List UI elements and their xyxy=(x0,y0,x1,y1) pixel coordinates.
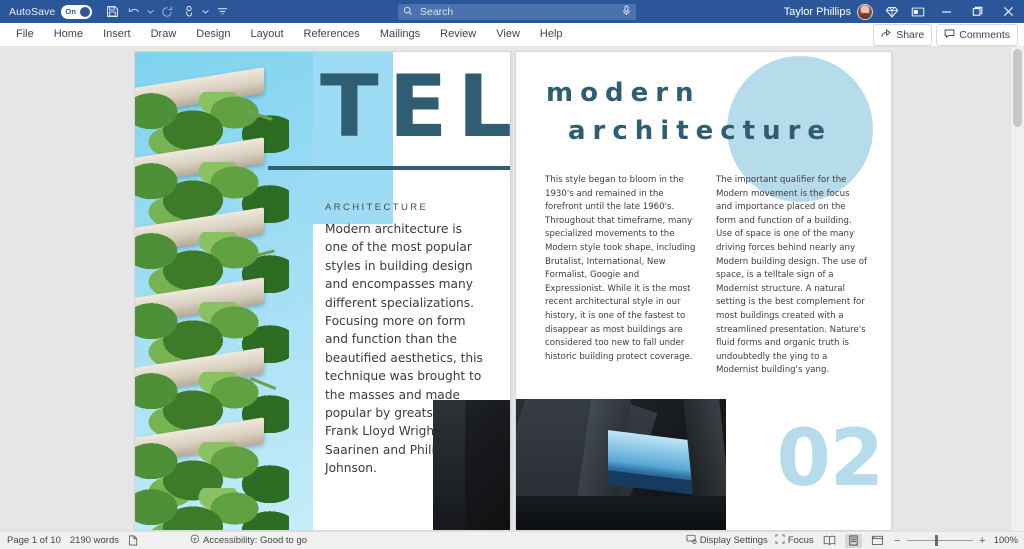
comments-button[interactable]: Comments xyxy=(936,23,1018,46)
tab-draw[interactable]: Draw xyxy=(141,23,187,46)
display-settings-button[interactable]: Display Settings xyxy=(686,534,768,547)
title-underline-rule xyxy=(268,166,510,170)
touch-mode-icon[interactable] xyxy=(178,2,200,22)
tab-help[interactable]: Help xyxy=(530,23,573,46)
page-number-graphic: 02 xyxy=(776,414,884,504)
page-title-tell: TELL xyxy=(320,57,510,157)
page-indicator[interactable]: Page 1 of 10 xyxy=(7,535,61,546)
word-count[interactable]: 2190 words xyxy=(70,535,119,546)
status-bar: Page 1 of 10 2190 words Accessibility: G… xyxy=(0,531,1024,549)
search-icon xyxy=(403,6,413,19)
autosave-toggle[interactable]: On xyxy=(61,4,93,19)
scrollbar-thumb[interactable] xyxy=(1013,49,1022,127)
undo-dropdown-icon[interactable] xyxy=(145,2,156,22)
vertical-scrollbar[interactable] xyxy=(1010,47,1024,532)
restore-button[interactable] xyxy=(962,0,993,23)
user-name: Taylor Phillips xyxy=(783,5,851,18)
green-building-photo xyxy=(135,52,313,530)
tab-references[interactable]: References xyxy=(294,23,370,46)
zoom-handle[interactable] xyxy=(934,535,938,546)
tab-file[interactable]: File xyxy=(6,23,44,46)
zoom-track[interactable] xyxy=(906,535,973,546)
ribbon-display-options-icon[interactable] xyxy=(905,0,931,23)
view-read-mode-button[interactable] xyxy=(821,534,838,548)
comment-icon xyxy=(944,28,955,42)
comments-label: Comments xyxy=(959,28,1010,41)
user-account[interactable]: Taylor Phillips xyxy=(778,0,879,23)
accessibility-status[interactable]: Accessibility: Good to go xyxy=(190,534,307,547)
share-icon xyxy=(881,28,892,42)
tab-home[interactable]: Home xyxy=(44,23,93,46)
section-heading: ARCHITECTURE xyxy=(325,202,429,213)
zoom-slider: − + xyxy=(893,535,987,547)
share-button[interactable]: Share xyxy=(873,23,933,46)
zoom-out-button[interactable]: − xyxy=(893,535,902,547)
display-settings-icon xyxy=(686,534,697,547)
search-placeholder: Search xyxy=(420,6,454,18)
undo-icon[interactable] xyxy=(123,2,145,22)
document-page-2[interactable]: modern architecture This style began to … xyxy=(516,52,891,530)
search-input[interactable]: Search xyxy=(398,4,636,20)
tab-layout[interactable]: Layout xyxy=(241,23,294,46)
title-bar-right: Taylor Phillips xyxy=(778,0,1024,23)
body-column-1: This style began to bloom in the 1930's … xyxy=(545,175,696,362)
minimize-button[interactable] xyxy=(931,0,962,23)
pages-container: TELL ARCHITECTURE Modern architecture is… xyxy=(135,52,891,530)
tab-design[interactable]: Design xyxy=(186,23,240,46)
autosave-label: AutoSave xyxy=(9,5,56,18)
tab-mailings[interactable]: Mailings xyxy=(370,23,430,46)
word-application-window: AutoSave On Search Taylor Phillips File … xyxy=(0,0,1024,549)
touch-mode-dropdown-icon[interactable] xyxy=(200,2,211,22)
quick-access-toolbar: AutoSave On xyxy=(0,2,233,22)
zoom-in-button[interactable]: + xyxy=(978,535,987,547)
page2-title-line2: architecture xyxy=(568,116,833,146)
accessibility-label: Accessibility: Good to go xyxy=(203,535,308,546)
page2-title-line1: modern xyxy=(546,78,701,108)
accessibility-icon xyxy=(190,534,200,547)
microphone-icon[interactable] xyxy=(622,5,631,19)
tab-review[interactable]: Review xyxy=(430,23,486,46)
focus-label: Focus xyxy=(787,535,814,546)
save-icon[interactable] xyxy=(101,2,123,22)
proofing-errors-icon[interactable] xyxy=(128,535,138,546)
autosave-state: On xyxy=(65,7,77,16)
view-print-layout-button[interactable] xyxy=(844,533,862,548)
document-page-1[interactable]: TELL ARCHITECTURE Modern architecture is… xyxy=(135,52,510,530)
view-web-layout-button[interactable] xyxy=(869,534,886,548)
autosave-knob xyxy=(80,6,91,17)
zoom-level[interactable]: 100% xyxy=(994,535,1018,546)
ribbon-tab-bar: File Home Insert Draw Design Layout Refe… xyxy=(0,23,1024,47)
premium-diamond-icon[interactable] xyxy=(879,0,905,23)
tab-view[interactable]: View xyxy=(486,23,530,46)
document-canvas[interactable]: TELL ARCHITECTURE Modern architecture is… xyxy=(0,47,1024,532)
page2-title: modern architecture xyxy=(546,74,832,150)
dark-photo-block xyxy=(433,400,510,530)
avatar xyxy=(857,3,873,20)
display-settings-label: Display Settings xyxy=(699,535,768,546)
focus-button[interactable]: Focus xyxy=(775,534,814,547)
close-button[interactable] xyxy=(993,0,1024,23)
share-label: Share xyxy=(896,28,925,41)
focus-icon xyxy=(775,534,785,547)
body-column-2: The important qualifier for the Modern m… xyxy=(716,175,868,376)
title-bar: AutoSave On Search Taylor Phillips xyxy=(0,0,1024,23)
concrete-interior-photo xyxy=(516,399,726,530)
two-column-text: This style began to bloom in the 1930's … xyxy=(545,174,870,378)
ribbon-tabs: File Home Insert Draw Design Layout Refe… xyxy=(0,23,573,46)
customize-quick-access-toolbar-icon[interactable] xyxy=(211,2,233,22)
redo-icon[interactable] xyxy=(156,2,178,22)
tab-insert[interactable]: Insert xyxy=(93,23,141,46)
